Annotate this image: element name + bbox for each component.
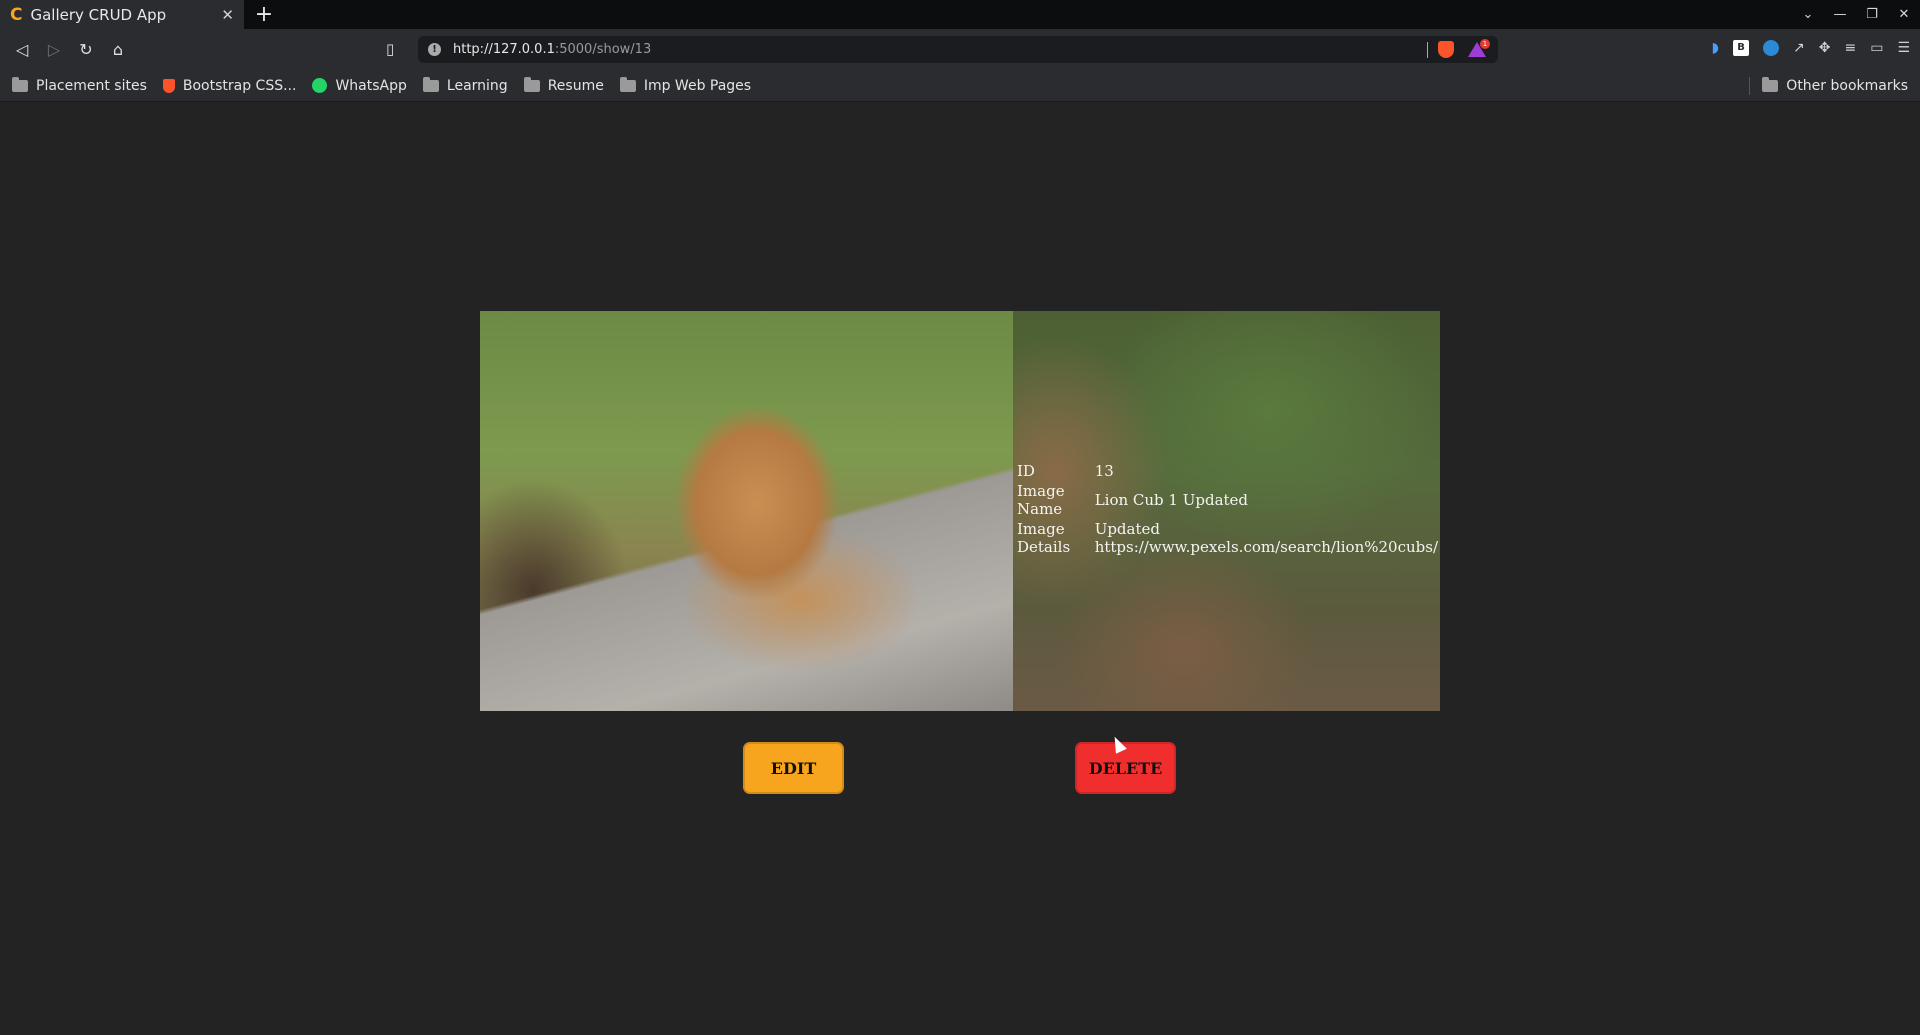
bookmark-label: Resume	[547, 77, 604, 94]
detail-row-name: Image Name Lion Cub 1 Updated	[1015, 481, 1440, 519]
bookmark-label: WhatsApp	[335, 77, 407, 94]
folder-icon	[422, 76, 439, 92]
details-table: ID 13 Image Name Lion Cub 1 Updated Imag…	[1015, 461, 1440, 557]
tab-favicon-icon: C	[10, 4, 23, 25]
bookmark-bootstrap-css[interactable]: Bootstrap CSS...	[162, 77, 297, 94]
bookmark-page-icon[interactable]: ▯	[386, 40, 394, 58]
url-host: http://127.0.0.1	[453, 42, 555, 57]
bookmark-label: Bootstrap CSS...	[182, 77, 297, 94]
wallet-icon[interactable]: ▭	[1870, 40, 1883, 56]
address-separator	[1427, 42, 1428, 58]
folder-icon	[12, 76, 28, 92]
brave-shields-icon[interactable]	[1438, 41, 1454, 58]
details-label: Image Details	[1017, 520, 1071, 556]
bookmark-label: Learning	[446, 77, 508, 94]
whatsapp-icon	[312, 78, 328, 93]
reader-icon[interactable]: ◗	[1712, 40, 1719, 56]
reload-icon[interactable]: ↻	[70, 40, 102, 59]
lion-cub-image	[480, 311, 1013, 711]
tab-title: Gallery CRUD App	[30, 5, 167, 24]
b-extension-icon[interactable]: B	[1733, 40, 1749, 56]
extensions-toolbar: ◗ B ↗ ✥ ≡ ▭ ☰	[1712, 40, 1910, 56]
tab-strip: C Gallery CRUD App ✕ + ⌄ — ❐ ✕	[0, 0, 1920, 29]
bookmark-placement-sites[interactable]: Placement sites	[12, 76, 147, 94]
bookmarks-bar: Placement sites Bootstrap CSS... WhatsAp…	[0, 70, 1920, 102]
brave-shield-icon	[162, 78, 175, 93]
close-tab-icon[interactable]: ✕	[221, 6, 234, 24]
url-text[interactable]: http://127.0.0.1:5000/show/13	[453, 42, 651, 57]
id-value: 13	[1094, 462, 1114, 480]
bookmark-learning[interactable]: Learning	[422, 76, 508, 94]
image-card: ID 13 Image Name Lion Cub 1 Updated Imag…	[480, 311, 1440, 711]
forward-icon[interactable]: ▷	[38, 40, 70, 59]
home-icon[interactable]: ⌂	[102, 40, 134, 59]
folder-icon	[1762, 77, 1779, 92]
detail-row-details: Image Details Updated https://www.pexels…	[1015, 519, 1440, 557]
address-bar[interactable]: ! http://127.0.0.1:5000/show/13 1	[418, 36, 1498, 63]
restore-icon[interactable]: ❐	[1856, 7, 1888, 22]
id-label: ID	[1017, 462, 1035, 480]
window-controls: ⌄ — ❐ ✕	[1792, 0, 1920, 29]
details-value: Updated https://www.pexels.com/search/li…	[1094, 520, 1439, 556]
bookmark-resume[interactable]: Resume	[523, 76, 604, 94]
back-icon[interactable]: ◁	[6, 40, 38, 59]
delete-button[interactable]: DELETE	[1075, 742, 1176, 794]
url-path: :5000/show/13	[554, 42, 652, 57]
arrow-extension-icon[interactable]: ↗	[1793, 40, 1805, 56]
tab-search-icon[interactable]: ⌄	[1792, 7, 1824, 22]
puzzle-icon[interactable]: ✥	[1819, 40, 1831, 56]
navigation-bar: ◁ ▷ ↻ ⌂ ▯ ! http://127.0.0.1:5000/show/1…	[0, 29, 1920, 70]
name-value: Lion Cub 1 Updated	[1094, 491, 1249, 509]
rewards-badge: 1	[1480, 39, 1490, 49]
new-tab-button[interactable]: +	[244, 0, 284, 29]
name-label: Image Name	[1017, 482, 1065, 518]
site-info-icon[interactable]: !	[428, 43, 441, 56]
other-bookmarks[interactable]: Other bookmarks	[1749, 70, 1908, 102]
menu-icon[interactable]: ☰	[1897, 40, 1910, 56]
edit-button[interactable]: EDIT	[743, 742, 844, 794]
globe-extension-icon[interactable]	[1763, 40, 1779, 56]
folder-icon	[523, 76, 540, 92]
other-bookmarks-label: Other bookmarks	[1786, 78, 1908, 94]
page-content: ID 13 Image Name Lion Cub 1 Updated Imag…	[0, 102, 1920, 1034]
folder-icon	[619, 76, 636, 92]
bookmark-label: Imp Web Pages	[643, 77, 752, 94]
bookmark-imp-web-pages[interactable]: Imp Web Pages	[619, 76, 752, 94]
detail-row-id: ID 13	[1015, 461, 1440, 481]
bookmarks-separator	[1749, 77, 1751, 95]
image-details-panel: ID 13 Image Name Lion Cub 1 Updated Imag…	[1013, 311, 1440, 711]
tab-gallery[interactable]: C Gallery CRUD App ✕	[0, 0, 244, 29]
close-window-icon[interactable]: ✕	[1888, 7, 1920, 22]
bookmark-label: Placement sites	[36, 77, 147, 94]
bookmark-whatsapp[interactable]: WhatsApp	[312, 77, 407, 94]
playlist-icon[interactable]: ≡	[1844, 40, 1856, 56]
minimize-icon[interactable]: —	[1824, 7, 1856, 22]
